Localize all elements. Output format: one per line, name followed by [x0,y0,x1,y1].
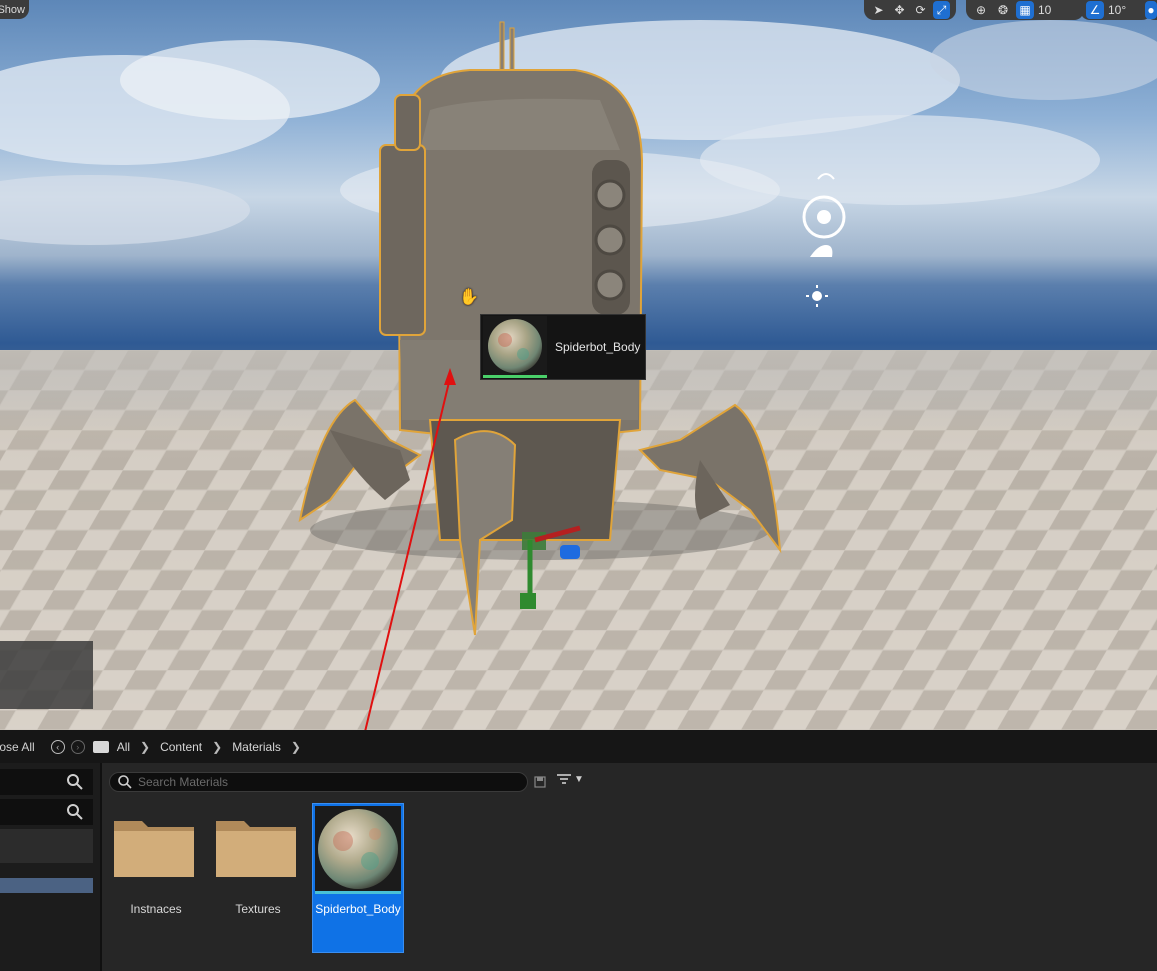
back-arrow-icon[interactable]: ‹ [50,739,65,754]
asset-label: Instnaces [130,902,182,916]
asset-tile-folder[interactable]: Instnaces [110,803,202,953]
search-icon [67,804,83,820]
favorites-search[interactable] [0,769,93,795]
show-menu-button[interactable]: Show [0,0,29,19]
rotate-tool-icon[interactable]: ⟳ [912,1,929,19]
search-materials-field[interactable] [109,772,528,792]
breadcrumb-content[interactable]: Content [160,740,202,754]
asset-tile-folder[interactable]: Textures [212,803,304,953]
camera-speed-icon: ● [1145,1,1157,19]
close-all-label[interactable]: Close All [0,740,35,754]
show-label: Show [0,3,25,16]
filter-icon [557,774,571,784]
asset-view: ▼ Instnaces Textures [102,763,1157,971]
select-tool-icon[interactable]: ➤ [870,1,887,19]
transform-tools: ➤ ✥ ⟳ ⤢ [864,0,956,20]
folders-search[interactable] [0,799,93,825]
scale-tool-icon[interactable]: ⤢ [933,1,950,19]
sun-light-gizmo-icon[interactable] [798,165,848,315]
grid-snap-icon[interactable]: ▦ [1016,1,1034,19]
forward-arrow-icon[interactable]: › [70,739,85,754]
chevron-down-icon: ▼ [574,773,584,785]
breadcrumb-materials[interactable]: Materials [232,740,281,754]
save-search-icon[interactable] [534,776,546,788]
level-viewport[interactable]: ✋ Spiderbot_Body Show ➤ ✥ ⟳ ⤢ ⊕ ❂ ▦ 10 ∠… [0,0,1157,730]
surface-snap-icon[interactable]: ❂ [994,1,1012,19]
content-browser-nav-bar: Close All ‹ › All ❯ Content ❯ Materials … [0,730,1157,763]
asset-label: Spiderbot_Body [315,902,401,916]
folder-icon [114,821,194,877]
search-icon [67,774,83,790]
folder-tree-item-selected[interactable] [0,878,93,893]
folder-tree-item[interactable] [0,829,93,863]
grid-snap-value[interactable]: 10 [1038,3,1051,17]
material-thumbnail [315,806,401,894]
rotation-snap-icon[interactable]: ∠ [1086,1,1104,19]
move-tool-icon[interactable]: ✥ [891,1,908,19]
sources-panel [0,763,102,971]
rotation-snap-tools: ∠ 10° [1080,0,1152,20]
search-icon [118,775,132,789]
folder-icon [216,821,296,877]
folder-icon [92,740,109,753]
asset-tile-material[interactable]: Spiderbot_Body [312,803,404,953]
search-input[interactable] [136,774,510,790]
filter-dropdown-button[interactable]: ▼ [557,773,584,785]
drag-asset-tooltip: Spiderbot_Body [480,314,646,380]
rotation-snap-value[interactable]: 10° [1108,3,1126,17]
snap-tools: ⊕ ❂ ▦ 10 [966,0,1084,20]
chevron-right-icon[interactable]: ❯ [140,740,150,754]
drag-asset-name: Spiderbot_Body [555,340,641,354]
camera-speed-button[interactable]: ● [1145,0,1157,20]
asset-label: Textures [235,902,281,916]
breadcrumb-all[interactable]: All [117,740,130,754]
material-thumbnail [483,316,547,378]
viewport-stats-panel [0,641,93,709]
chevron-right-icon[interactable]: ❯ [212,740,222,754]
hand-cursor-icon: ✋ [459,289,479,306]
world-local-icon[interactable]: ⊕ [972,1,990,19]
chevron-right-icon[interactable]: ❯ [291,740,301,754]
